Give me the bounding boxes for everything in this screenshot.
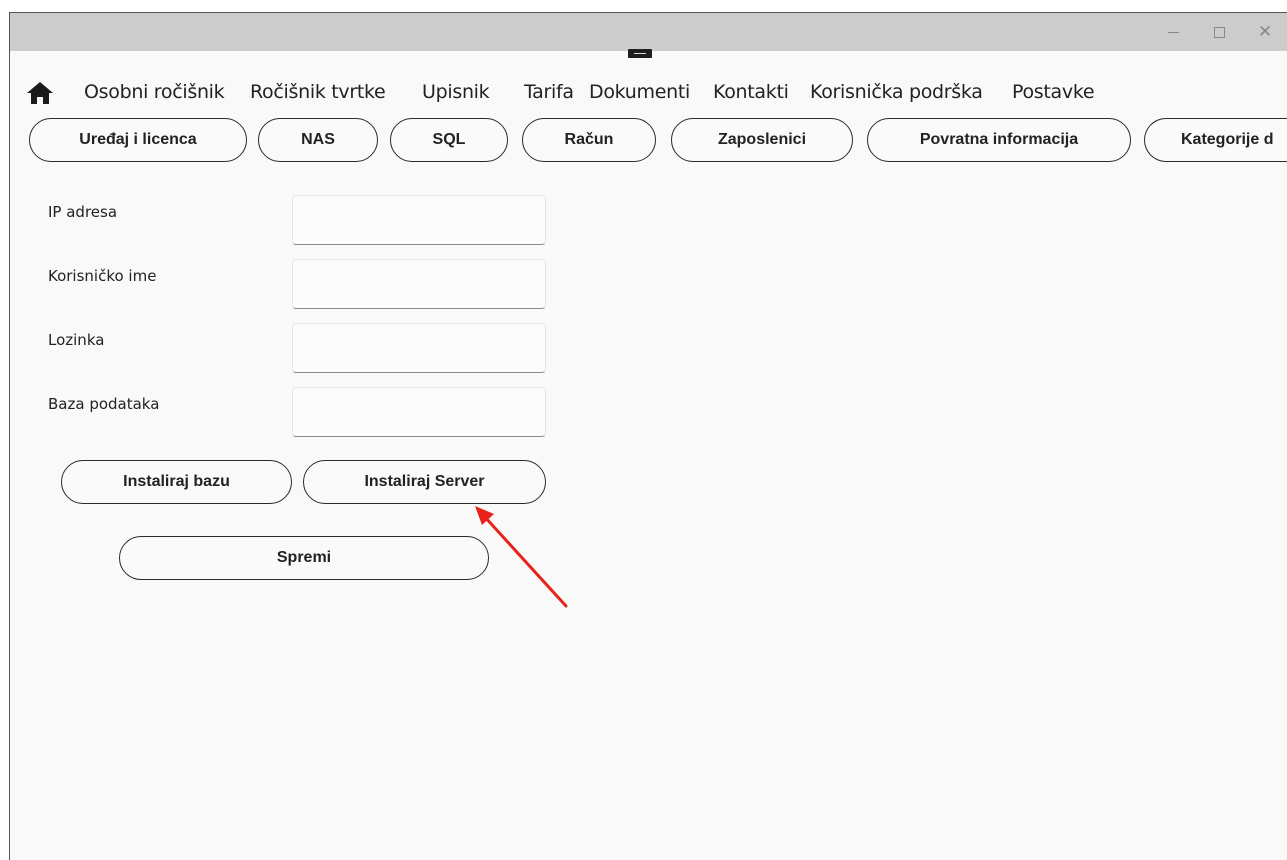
menu-item-upisnik[interactable]: Upisnik (422, 81, 490, 103)
install-database-button[interactable]: Instaliraj bazu (61, 460, 292, 504)
tab-nas[interactable]: NAS (258, 118, 378, 162)
menu-item-postavke[interactable]: Postavke (1012, 81, 1095, 103)
username-input[interactable] (292, 259, 546, 309)
menu-item-tarifa[interactable]: Tarifa (524, 81, 574, 103)
tab-kategorije[interactable]: Kategorije d (1144, 118, 1287, 162)
home-icon[interactable] (26, 81, 54, 105)
password-label: Lozinka (48, 331, 105, 349)
maximize-button[interactable] (1196, 13, 1242, 51)
install-server-button[interactable]: Instaliraj Server (303, 460, 546, 504)
window-controls: ✕ (1150, 13, 1287, 51)
ip-address-label: IP adresa (48, 203, 118, 221)
menu-item-osobni-rocisnik[interactable]: Osobni ročišnik (84, 81, 225, 103)
minimize-button[interactable] (1150, 13, 1196, 51)
ip-address-input[interactable] (292, 195, 546, 245)
tab-sql[interactable]: SQL (390, 118, 508, 162)
menu-item-dokumenti[interactable]: Dokumenti (589, 81, 690, 103)
tab-povratna-informacija[interactable]: Povratna informacija (867, 118, 1131, 162)
drag-handle-icon[interactable] (628, 49, 652, 58)
database-label: Baza podataka (48, 395, 160, 413)
minimize-icon (1167, 31, 1179, 33)
database-input[interactable] (292, 387, 546, 437)
menu-item-rocisnik-tvrtke[interactable]: Ročišnik tvrtke (250, 81, 386, 103)
password-input[interactable] (292, 323, 546, 373)
tab-zaposlenici[interactable]: Zaposlenici (671, 118, 853, 162)
close-button[interactable]: ✕ (1242, 13, 1287, 51)
menu-item-kontakti[interactable]: Kontakti (713, 81, 789, 103)
username-label: Korisničko ime (48, 267, 157, 285)
app-window: ✕ Osobni ročišnik Ročišnik tvrtke Upisni… (9, 12, 1287, 860)
menu-item-korisnicka-podrska[interactable]: Korisnička podrška (810, 81, 983, 103)
maximize-icon (1213, 26, 1225, 38)
menu-bar: Osobni ročišnik Ročišnik tvrtke Upisnik … (10, 69, 1287, 113)
tab-racun[interactable]: Račun (522, 118, 656, 162)
tab-uredaj-i-licenca[interactable]: Uređaj i licenca (29, 118, 247, 162)
title-bar[interactable]: ✕ (10, 13, 1287, 51)
save-button[interactable]: Spremi (119, 536, 489, 580)
